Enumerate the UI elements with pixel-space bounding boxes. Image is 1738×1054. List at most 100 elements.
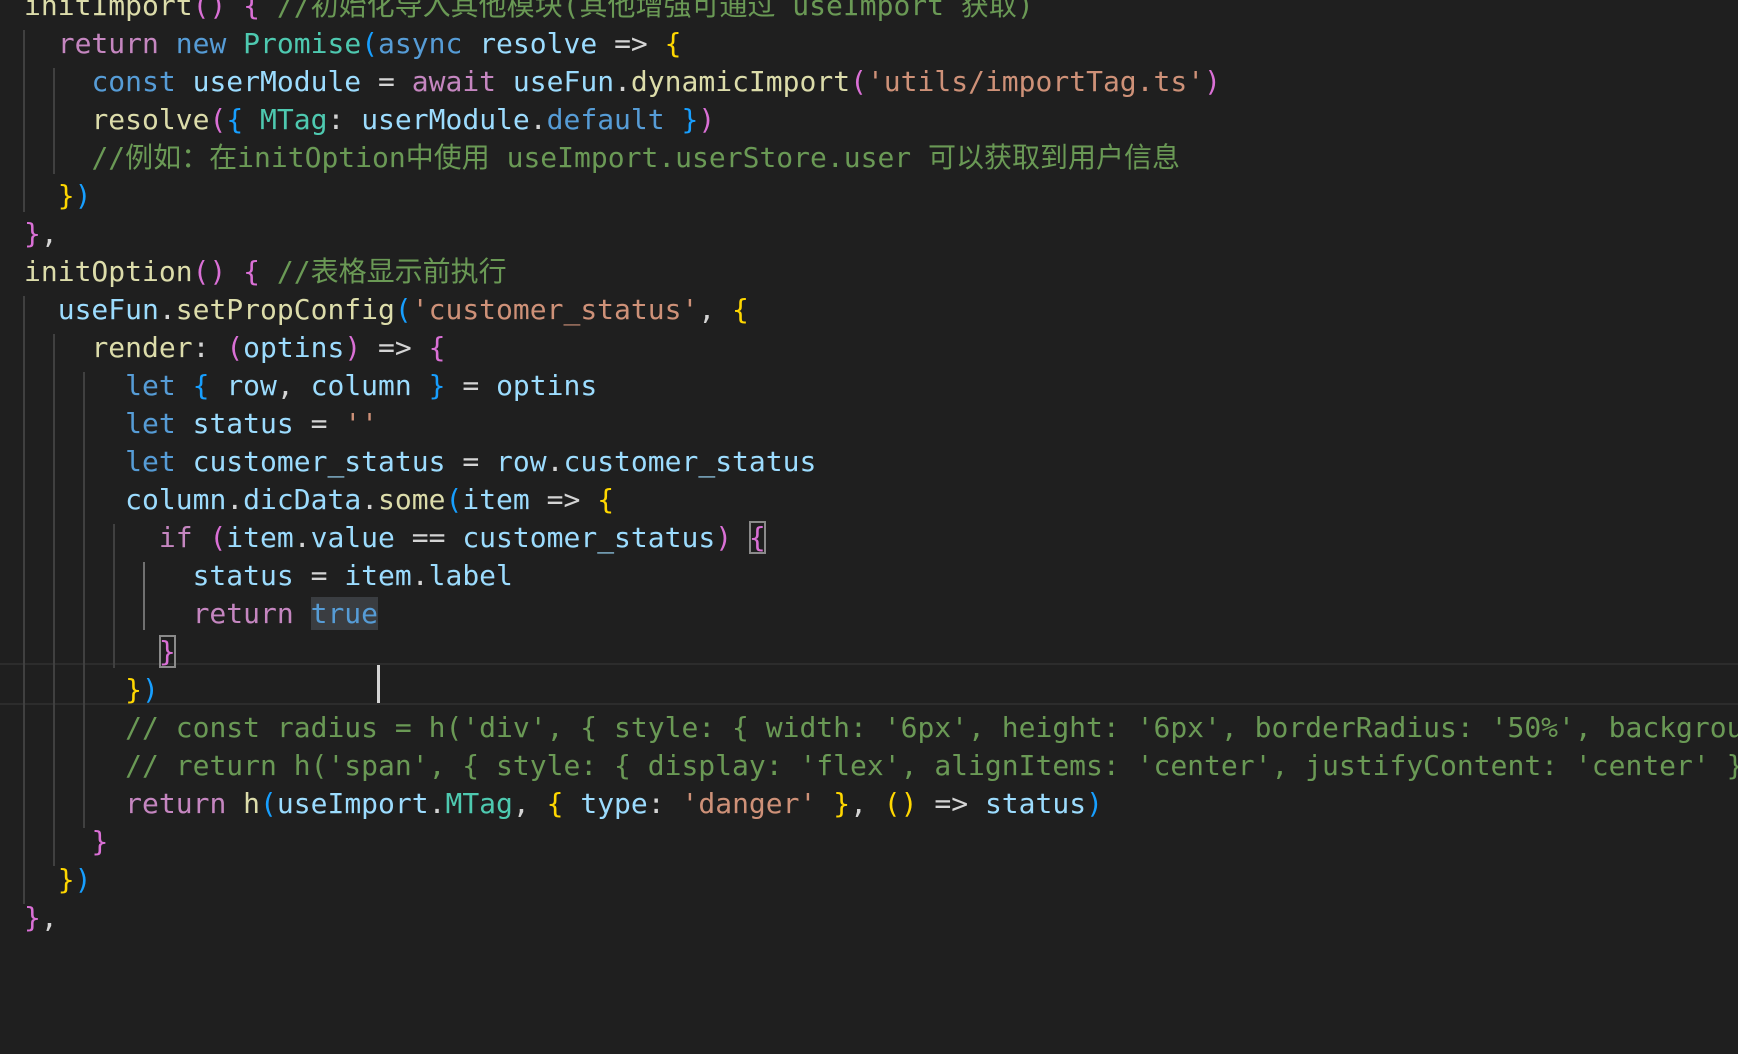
code-token: . [361,483,379,516]
code-token: let [125,445,176,478]
code-token: , [698,293,733,326]
code-token: => [529,483,598,516]
code-line[interactable]: if (item.value == customer_status) { [24,517,766,559]
code-line[interactable]: // const radius = h('div', { style: { wi… [24,707,1738,749]
code-token: ) [715,521,733,554]
code-token: } [57,863,75,896]
code-line[interactable]: } [24,631,176,673]
code-token: userModule [192,65,362,98]
code-token: type [580,787,648,820]
code-token: let [125,369,176,402]
code-line[interactable]: let { row, column } = optins [24,365,597,407]
code-line[interactable]: return h(useImport.MTag, { type: 'danger… [24,783,1103,825]
code-line[interactable]: render: (optins) => { [24,327,445,369]
code-line[interactable]: initOption() { //表格显示前执行 [24,251,507,293]
code-token: () [883,787,918,820]
code-token: . [293,521,311,554]
code-token: resolve [479,27,598,60]
code-token: , [276,369,311,402]
code-token: status [984,787,1087,820]
code-token: } [57,179,75,212]
code-token: resolve [91,103,210,136]
code-token: customer_status [462,521,716,554]
code-line[interactable]: // return h('span', { style: { display: … [24,745,1738,787]
code-line[interactable]: let status = '' [24,403,378,445]
code-token: } [91,825,109,858]
code-token: default [546,103,665,136]
code-token: customer_status [563,445,817,478]
code-token: item [226,521,294,554]
code-token: . [226,483,244,516]
code-token: . [411,559,429,592]
code-line[interactable]: resolve({ MTag: userModule.default }) [24,99,715,141]
code-token: let [125,407,176,440]
code-token: optins [243,331,345,364]
code-token: } [125,673,143,706]
code-token: optins [496,369,598,402]
code-token: status [192,559,294,592]
code-editor[interactable]: initImport() { //初始化导入其他模块(其他增强可通过 useIm… [0,0,1738,1054]
code-token: . [546,445,564,478]
code-token: return [57,27,159,60]
code-line[interactable]: useFun.setPropConfig('customer_status', … [24,289,749,331]
code-line[interactable]: }) [24,859,92,901]
code-token: : [192,331,227,364]
code-line[interactable]: }, [24,213,58,255]
code-line[interactable]: let customer_status = row.customer_statu… [24,441,816,483]
code-line[interactable]: const userModule = await useFun.dynamicI… [24,61,1221,103]
code-token: ( [361,27,379,60]
code-token: { [597,483,615,516]
code-line[interactable]: } [24,821,108,863]
code-token: useFun [512,65,615,98]
code-token: . [614,65,631,98]
code-line[interactable]: status = item.label [24,555,513,597]
code-token: = [445,445,497,478]
code-token: ( [226,331,244,364]
code-token: await [411,65,497,98]
code-line[interactable]: return new Promise(async resolve => { [24,23,682,65]
code-token: MTag [260,103,328,136]
code-line[interactable]: column.dicData.some(item => { [24,479,614,521]
code-token: dicData [243,483,362,516]
code-token: row [496,445,547,478]
code-line[interactable]: //例如：在initOption中使用 useImport.userStore.… [24,137,1180,179]
code-token: ) [698,103,716,136]
code-line[interactable]: }) [24,669,159,711]
code-token: : [327,103,362,136]
code-token: ) [344,331,362,364]
code-line[interactable]: return true [24,593,379,635]
code-token: } [24,217,41,250]
code-line[interactable]: }) [24,175,92,217]
code-token: = [445,369,497,402]
code-token: render [91,331,193,364]
code-token: { [243,0,261,22]
code-token: { [664,27,682,60]
code-line[interactable]: }, [24,897,58,939]
matched-bracket: { [748,521,766,554]
code-token: } [428,369,446,402]
code-token: 'customer_status' [411,293,699,326]
code-token: , [40,217,58,250]
code-token: ) [142,673,159,706]
code-token: { [226,103,244,136]
